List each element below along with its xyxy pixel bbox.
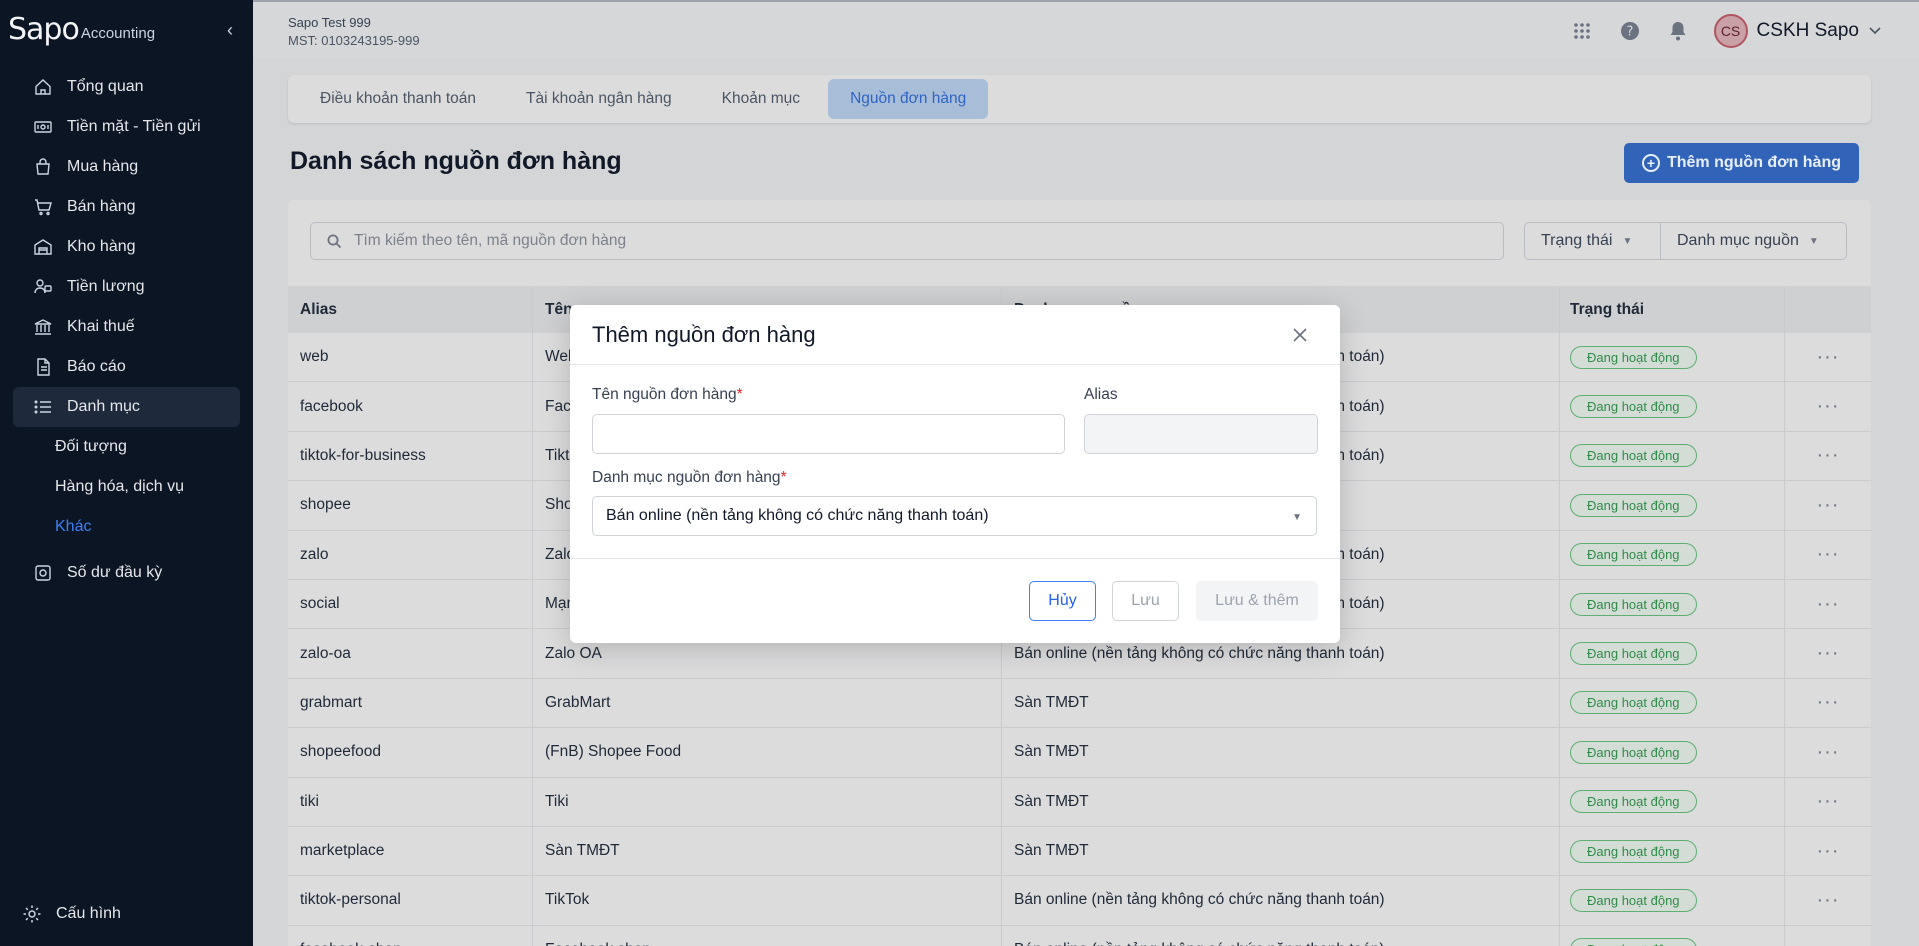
category-select-value: Bán online (nền tảng không có chức năng … (606, 507, 989, 524)
save-and-add-button[interactable]: Lưu & thêm (1196, 581, 1318, 621)
category-select[interactable]: Bán online (nền tảng không có chức năng … (592, 496, 1317, 536)
alias-label: Alias (1084, 386, 1118, 403)
source-name-label: Tên nguồn đơn hàng* (592, 386, 743, 404)
modal-title: Thêm nguồn đơn hàng (592, 321, 816, 347)
modal-footer: Hủy Lưu Lưu & thêm (570, 558, 1340, 643)
source-name-input[interactable] (592, 414, 1065, 454)
alias-input (1084, 414, 1318, 454)
add-order-source-modal: Thêm nguồn đơn hàng Tên nguồn đơn hàng* … (570, 305, 1340, 643)
save-button[interactable]: Lưu (1112, 581, 1179, 621)
category-label: Danh mục nguồn đơn hàng* (592, 469, 787, 487)
modal-header: Thêm nguồn đơn hàng (570, 305, 1340, 365)
required-mark: * (736, 386, 743, 403)
required-mark: * (780, 469, 787, 486)
close-icon[interactable] (1290, 325, 1310, 345)
caret-down-icon: ▼ (1292, 512, 1302, 523)
cancel-button[interactable]: Hủy (1029, 581, 1096, 621)
category-label-text: Danh mục nguồn đơn hàng (592, 469, 781, 486)
source-name-label-text: Tên nguồn đơn hàng (592, 386, 737, 403)
